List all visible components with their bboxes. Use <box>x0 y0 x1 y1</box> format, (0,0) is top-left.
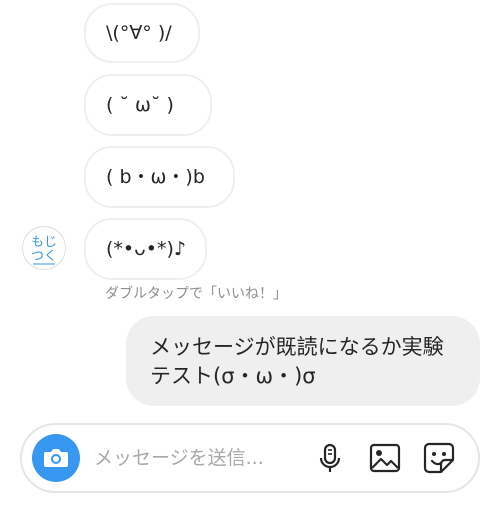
microphone-button[interactable] <box>311 439 349 477</box>
message-text-line1: メッセージが既読になるか実験 <box>150 335 444 359</box>
received-message-bubble[interactable]: ( ˘ ω˘ ) <box>84 74 212 136</box>
message-text: ( b・ω・)b <box>106 165 205 188</box>
received-message-bubble[interactable]: ( b・ω・)b <box>84 146 235 208</box>
avatar-logo: もじ つく <box>31 235 57 265</box>
svg-text:つく: つく <box>31 249 57 264</box>
gallery-icon <box>369 443 401 473</box>
message-text: (*•ᴗ•*)♪ <box>106 237 186 260</box>
avatar[interactable]: もじ つく <box>22 226 66 270</box>
received-message-bubble[interactable]: \(°∀° )/ <box>84 3 200 63</box>
gallery-button[interactable] <box>366 439 404 477</box>
message-input[interactable] <box>94 441 300 475</box>
camera-button[interactable] <box>32 434 80 482</box>
message-text: ( ˘ ω˘ ) <box>106 93 174 116</box>
sent-message-bubble[interactable]: メッセージが既読になるか実験 テスト(σ・ω・)σ <box>126 316 480 406</box>
chat-screen: \(°∀° )/ ( ˘ ω˘ ) ( b・ω・)b (*•ᴗ•*)♪ もじ つ… <box>0 0 500 514</box>
message-text: \(°∀° )/ <box>106 21 172 44</box>
double-tap-hint: ダブルタップで「いいね！」 <box>105 286 287 302</box>
microphone-icon <box>319 443 341 472</box>
sticker-icon <box>423 442 455 474</box>
message-composer <box>20 423 480 493</box>
svg-text:もじ: もじ <box>31 235 57 250</box>
received-message-bubble[interactable]: (*•ᴗ•*)♪ <box>84 218 207 280</box>
sticker-button[interactable] <box>420 439 458 477</box>
message-text-line2: テスト(σ・ω・)σ <box>150 364 316 388</box>
camera-icon <box>44 449 68 467</box>
